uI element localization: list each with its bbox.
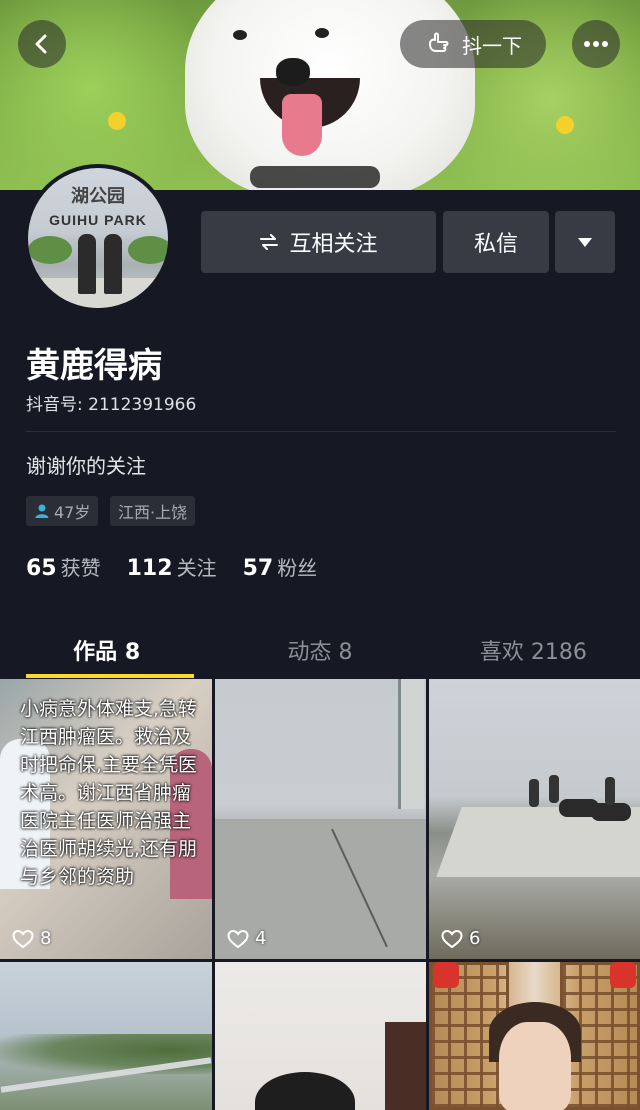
following-count: 112 xyxy=(126,556,173,581)
stats-row: 65 获赞 112 关注 57 粉丝 xyxy=(26,552,317,581)
video-thumbnail[interactable]: 小病意外体难支,急转江西肿瘤医。救治及时把命保,主要全凭医术高。谢江西省肿瘤医院… xyxy=(0,679,212,959)
hand-point-icon xyxy=(429,32,449,52)
person-icon xyxy=(35,504,49,518)
profile-banner xyxy=(0,0,640,190)
video-likes-count: 8 xyxy=(40,928,52,949)
mutual-follow-button[interactable]: 互相关注 xyxy=(201,211,436,273)
video-thumbnail[interactable] xyxy=(215,962,426,1110)
following-label: 关注 xyxy=(176,556,217,580)
profile-bio: 谢谢你的关注 xyxy=(26,454,146,478)
mutual-follow-label: 互相关注 xyxy=(289,232,378,257)
video-likes-count: 6 xyxy=(469,928,481,949)
more-dots-icon xyxy=(584,41,608,47)
heart-icon xyxy=(12,929,34,948)
avatar[interactable]: 湖公园 GUIHU PARK xyxy=(24,164,172,312)
tab-activity[interactable]: 动态 8 xyxy=(213,622,426,678)
tab-likes[interactable]: 喜欢 2186 xyxy=(427,622,640,678)
video-likes: 6 xyxy=(441,928,480,949)
video-thumbnail[interactable]: 6 xyxy=(429,679,640,959)
likes-count: 65 xyxy=(26,556,57,581)
heart-icon xyxy=(227,929,249,948)
dropdown-button[interactable] xyxy=(555,211,615,273)
age-tag: 47岁 xyxy=(26,496,99,526)
video-likes-count: 4 xyxy=(255,928,267,949)
video-thumbnail[interactable] xyxy=(429,962,640,1110)
profile-tabs: 作品 8 动态 8 喜欢 2186 xyxy=(0,622,640,678)
followers-count: 57 xyxy=(242,556,274,581)
age-label: 47岁 xyxy=(54,503,91,522)
video-thumbnail[interactable]: 4 xyxy=(215,679,426,959)
video-likes: 8 xyxy=(12,928,51,949)
chevron-down-icon xyxy=(578,237,592,247)
location-tag: 江西·上饶 xyxy=(110,496,196,526)
location-label: 江西·上饶 xyxy=(118,503,188,522)
douyin-id: 抖音号: 2112391966 xyxy=(26,395,197,415)
avatar-sign: GUIHU PARK xyxy=(49,212,147,228)
video-thumbnail[interactable] xyxy=(0,962,212,1110)
swap-arrows-icon xyxy=(260,234,279,250)
video-grid: 小病意外体难支,急转江西肿瘤医。救治及时把命保,主要全凭医术高。谢江西省肿瘤医院… xyxy=(0,679,640,1110)
followers-label: 粉丝 xyxy=(277,556,318,580)
back-button[interactable] xyxy=(18,20,66,68)
likes-stat[interactable]: 65 获赞 xyxy=(26,552,101,581)
likes-label: 获赞 xyxy=(60,556,101,580)
avatar-sign-top: 湖公园 xyxy=(71,186,125,207)
more-button[interactable] xyxy=(572,20,620,68)
back-arrow-icon xyxy=(35,34,47,54)
followers-stat[interactable]: 57 粉丝 xyxy=(243,552,318,581)
shake-button[interactable]: 抖一下 xyxy=(400,20,546,68)
shake-label: 抖一下 xyxy=(462,33,522,58)
message-button[interactable]: 私信 xyxy=(443,211,549,273)
video-likes: 4 xyxy=(227,928,266,949)
video-caption: 小病意外体难支,急转江西肿瘤医。救治及时把命保,主要全凭医术高。谢江西省肿瘤医院… xyxy=(20,698,198,888)
active-tab-indicator xyxy=(26,674,194,678)
profile-name: 黄鹿得病 xyxy=(26,346,162,386)
following-stat[interactable]: 112 关注 xyxy=(127,552,217,581)
heart-icon xyxy=(441,929,463,948)
message-label: 私信 xyxy=(473,232,518,257)
divider xyxy=(26,431,616,432)
tab-works[interactable]: 作品 8 xyxy=(0,622,213,678)
